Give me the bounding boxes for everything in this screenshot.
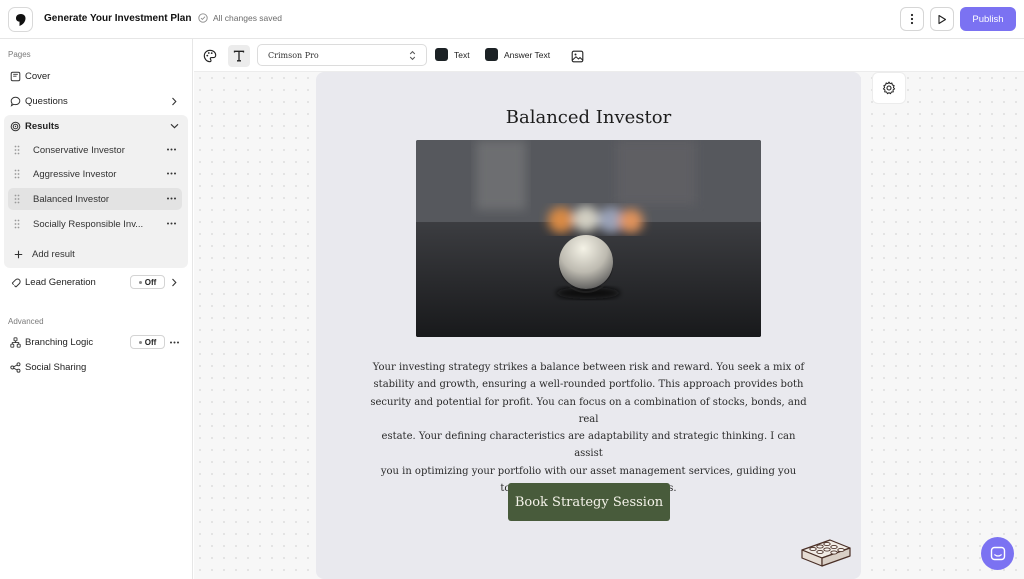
toggle-label: Off — [144, 277, 157, 287]
answer-text-color-picker[interactable]: Answer Text — [485, 48, 550, 61]
chat-bubble-icon — [8, 94, 22, 108]
sidebar-item-results[interactable]: Results — [8, 115, 188, 137]
app-logo-icon[interactable] — [8, 7, 33, 32]
result-item-balanced[interactable]: Balanced Investor — [8, 188, 182, 210]
sidebar-item-label: Branching Logic — [25, 336, 94, 348]
toggle-label: Off — [144, 337, 157, 347]
result-item-conservative[interactable]: Conservative Investor — [8, 139, 182, 161]
drag-handle-icon[interactable] — [14, 145, 26, 155]
check-circle-icon — [198, 13, 208, 23]
more-horizontal-icon[interactable] — [166, 218, 177, 232]
chevron-right-icon[interactable] — [168, 95, 180, 107]
billiard-ball-photo — [416, 140, 761, 337]
result-description[interactable]: Your investing strategy strikes a balanc… — [366, 359, 811, 497]
sidebar-item-label: Cover — [25, 70, 51, 82]
sidebar-item-label: Social Sharing — [25, 361, 87, 373]
description-line: security and potential for profit. You c… — [370, 396, 807, 425]
description-line: you in optimizing your portfolio with ou… — [380, 465, 797, 477]
lego-brick-icon[interactable] — [800, 532, 852, 571]
support-chat-button[interactable] — [981, 537, 1014, 570]
status-dot — [138, 280, 142, 284]
chevron-right-icon[interactable] — [168, 276, 180, 288]
share-icon — [8, 360, 22, 374]
branch-icon — [8, 335, 22, 349]
branching-logic-toggle[interactable]: Off — [130, 335, 165, 349]
format-toolbar: Crimson Pro Text Answer Text — [194, 39, 1024, 72]
sidebar-item-lead-generation[interactable]: Lead Generation Off — [8, 271, 188, 293]
result-item-label: Balanced Investor — [33, 193, 110, 205]
gear-icon — [882, 81, 896, 95]
drag-handle-icon[interactable] — [14, 194, 26, 204]
result-card[interactable]: Balanced Investor Your investing strateg… — [316, 72, 861, 579]
more-options-button[interactable] — [900, 7, 924, 31]
vertical-dots-icon — [910, 13, 914, 25]
chevron-down-icon[interactable] — [168, 120, 180, 132]
more-horizontal-icon[interactable] — [166, 144, 177, 158]
book-strategy-session-button[interactable]: Book Strategy Session — [508, 483, 670, 521]
plus-icon — [14, 250, 26, 259]
text-color-picker[interactable]: Text — [435, 48, 470, 61]
chat-icon — [990, 546, 1005, 560]
magnet-icon — [8, 275, 22, 289]
drag-handle-icon[interactable] — [14, 219, 26, 229]
text-color-label: Text — [454, 49, 470, 60]
advanced-section-label: Advanced — [8, 317, 44, 326]
drag-handle-icon[interactable] — [14, 169, 26, 179]
pages-section-label: Pages — [8, 50, 31, 59]
target-icon — [8, 119, 22, 133]
preview-button[interactable] — [930, 7, 954, 31]
result-image[interactable] — [416, 140, 761, 337]
sidebar-item-branching-logic[interactable]: Branching Logic Off — [8, 331, 188, 353]
document-title[interactable]: Generate Your Investment Plan — [44, 13, 191, 24]
status-dot — [138, 340, 142, 344]
save-status: All changes saved — [198, 13, 282, 23]
result-item-label: Aggressive Investor — [33, 168, 117, 180]
description-line: estate. Your defining characteristics ar… — [381, 431, 796, 460]
sidebar-item-label: Results — [25, 120, 60, 132]
sidebar-item-label: Lead Generation — [25, 276, 96, 288]
font-select-value: Crimson Pro — [268, 50, 319, 60]
save-status-text: All changes saved — [213, 13, 282, 23]
select-arrows-icon — [409, 50, 416, 63]
page-icon — [8, 69, 22, 83]
result-item-aggressive[interactable]: Aggressive Investor — [8, 163, 182, 185]
result-item-label: Socially Responsible Inv... — [33, 218, 144, 230]
result-item-socially-responsible[interactable]: Socially Responsible Inv... — [8, 213, 182, 235]
description-line: Your investing strategy strikes a balanc… — [372, 362, 805, 373]
sidebar-item-questions[interactable]: Questions — [8, 90, 188, 112]
publish-button[interactable]: Publish — [960, 7, 1016, 31]
text-color-swatch — [435, 48, 448, 61]
lead-generation-toggle[interactable]: Off — [130, 275, 165, 289]
image-icon[interactable] — [567, 46, 587, 66]
sidebar: Pages Cover Questions Results Conservati… — [0, 39, 193, 579]
sidebar-item-cover[interactable]: Cover — [8, 65, 188, 87]
description-line: stability and growth, ensuring a well-ro… — [373, 379, 804, 391]
answer-color-label: Answer Text — [504, 49, 551, 60]
play-icon — [938, 14, 947, 24]
more-horizontal-icon[interactable] — [166, 193, 177, 207]
result-title[interactable]: Balanced Investor — [316, 107, 861, 128]
more-horizontal-icon[interactable] — [168, 336, 180, 348]
result-item-label: Conservative Investor — [33, 144, 125, 156]
top-bar: Generate Your Investment Plan All change… — [0, 0, 1024, 39]
answer-color-swatch — [485, 48, 498, 61]
palette-icon[interactable] — [200, 46, 220, 66]
card-settings-button[interactable] — [873, 73, 905, 103]
add-result-button[interactable]: Add result — [8, 243, 178, 265]
text-style-icon[interactable] — [228, 45, 250, 67]
sidebar-item-label: Questions — [25, 95, 68, 107]
sidebar-item-social-sharing[interactable]: Social Sharing — [8, 356, 188, 378]
font-select[interactable]: Crimson Pro — [257, 44, 427, 66]
add-result-label: Add result — [32, 248, 75, 260]
more-horizontal-icon[interactable] — [166, 168, 177, 182]
